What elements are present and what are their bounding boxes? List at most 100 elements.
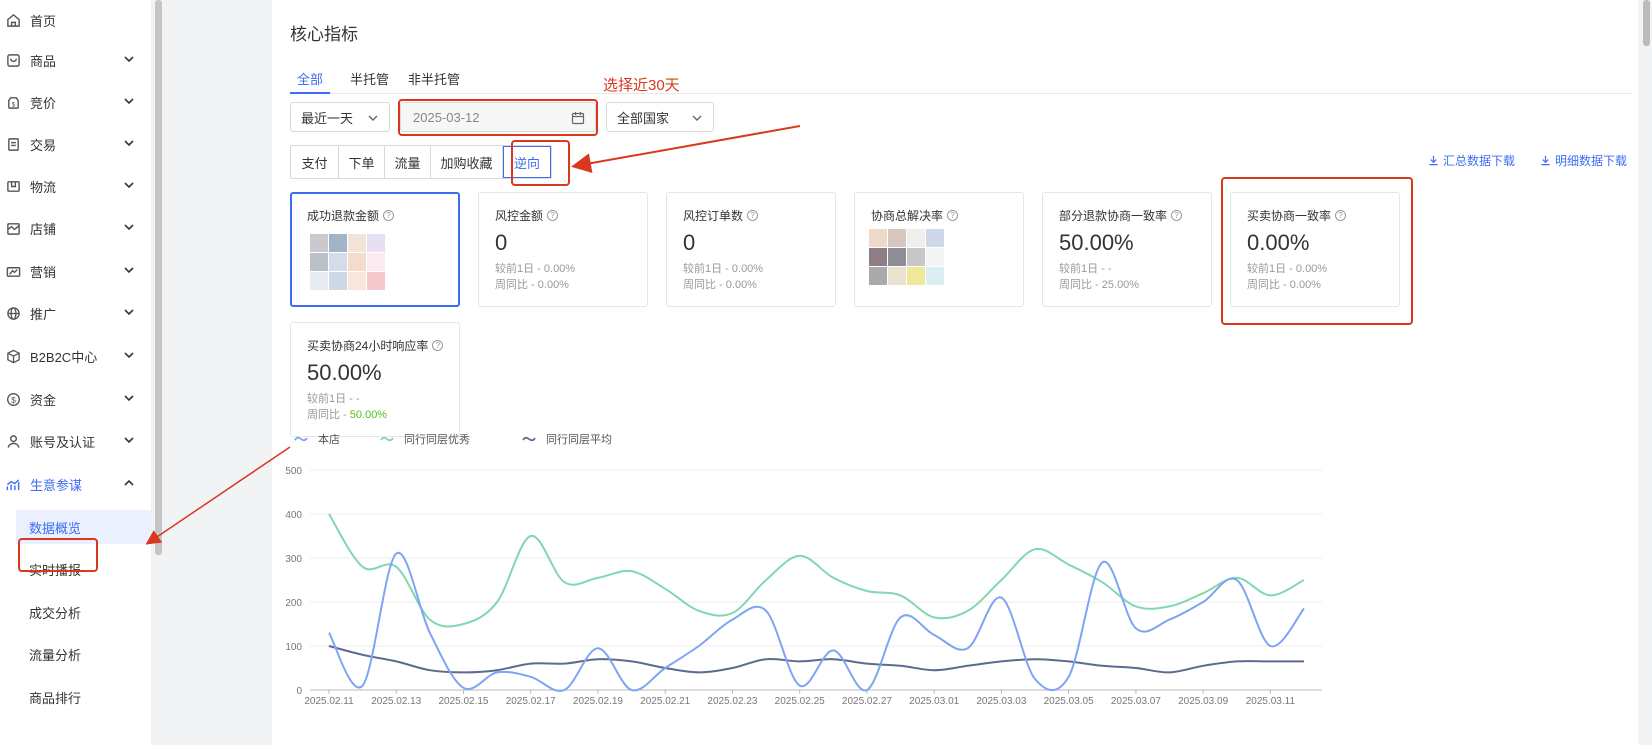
sidebar-sub-data-overview[interactable]: 数据概览	[16, 510, 151, 544]
metric-week-compare: 周同比 - 50.00%	[307, 409, 388, 421]
sidebar-sub-label: 实时播报	[29, 562, 82, 578]
metric-card-refund-amount[interactable]: 成功退款金额?	[290, 192, 460, 307]
tab-non-semi-managed[interactable]: 非半托管	[408, 68, 460, 94]
chevron-down-icon	[124, 98, 134, 105]
x-tick-label: 2025.02.13	[371, 696, 421, 707]
sidebar-sub-deal-analysis[interactable]: 成交分析	[16, 595, 151, 629]
help-icon: ?	[383, 210, 395, 221]
funds-icon: $	[4, 390, 22, 408]
page-title: 核心指标	[290, 25, 358, 44]
help-icon: ?	[547, 210, 559, 221]
cube-icon	[4, 347, 22, 365]
sidebar-item-analytics[interactable]: 生意参谋	[0, 464, 150, 504]
metric-week-compare: 周同比 - 0.00%	[683, 279, 757, 291]
help-icon: ?	[947, 210, 959, 221]
sidebar-item-label: 物流	[30, 179, 57, 195]
series-line-excellent	[328, 513, 1305, 628]
globe-icon	[4, 304, 22, 322]
sidebar-item-label: 竞价	[30, 95, 57, 111]
chevron-down-icon	[124, 224, 134, 231]
metric-week-compare: 周同比 - 0.00%	[495, 279, 569, 291]
sidebar-item-marketing[interactable]: 营销	[0, 251, 150, 291]
marketing-icon	[4, 262, 22, 280]
sidebar-item-home[interactable]: 首页	[0, 0, 150, 40]
sidebar-item-label: 交易	[30, 137, 57, 153]
analytics-icon	[4, 475, 22, 493]
period-select-value: 最近一天	[301, 110, 354, 126]
metric-label: 买卖协商一致率?	[1247, 207, 1399, 224]
calendar-icon	[571, 112, 585, 125]
sidebar-item-label: 店铺	[30, 221, 57, 237]
metric-label: 风控订单数?	[683, 207, 835, 224]
chevron-down-icon	[124, 309, 134, 316]
sidebar-item-label: 账号及认证	[30, 434, 96, 450]
help-icon: ?	[1171, 210, 1183, 221]
sidebar-item-shop[interactable]: 店铺	[0, 208, 150, 248]
legend-item-average[interactable]: 同行同层平均	[522, 431, 612, 447]
sidebar-sub-label: 成交分析	[29, 605, 82, 621]
metric-day-compare: 较前1日 - -	[1059, 263, 1112, 275]
y-tick-label: 0	[296, 686, 302, 697]
sidebar-item-account[interactable]: 账号及认证	[0, 421, 150, 461]
segment-payment[interactable]: 支付	[291, 146, 339, 178]
series-line-store	[328, 551, 1305, 692]
sidebar-sub-realtime[interactable]: 实时播报	[16, 552, 151, 586]
period-select[interactable]: 最近一天	[290, 102, 390, 132]
trade-icon	[4, 135, 22, 153]
y-tick-label: 200	[285, 598, 302, 609]
sidebar-item-label: 首页	[30, 13, 57, 29]
x-tick-label: 2025.02.21	[640, 696, 690, 707]
sidebar-item-b2b2c[interactable]: B2B2C中心	[0, 336, 150, 376]
sidebar-item-logistics[interactable]: 物流	[0, 166, 150, 206]
sidebar-sub-traffic-analysis[interactable]: 流量分析	[16, 637, 151, 671]
date-picker[interactable]: 2025-03-12	[400, 102, 596, 132]
sidebar-sub-product-ranking[interactable]: 商品排行	[16, 680, 151, 714]
product-icon	[4, 51, 22, 69]
x-tick-label: 2025.03.09	[1178, 696, 1228, 707]
metric-day-compare: 较前1日 - 0.00%	[495, 263, 576, 275]
sidebar-item-product[interactable]: 商品	[0, 40, 150, 80]
summary-download-link[interactable]: 汇总数据下载	[1428, 152, 1515, 169]
legend-item-store[interactable]: 本店	[294, 431, 340, 447]
metric-card-buyer-seller-agreement[interactable]: 买卖协商一致率? 0.00% 较前1日 - 0.00% 周同比 - 0.00%	[1230, 192, 1400, 307]
metric-label: 部分退款协商一致率?	[1059, 207, 1211, 224]
detail-download-link[interactable]: 明细数据下载	[1540, 152, 1627, 169]
metric-card-partial-refund-rate[interactable]: 部分退款协商一致率? 50.00% 较前1日 - - 周同比 - 25.00%	[1042, 192, 1212, 307]
sidebar-item-promotion[interactable]: 推广	[0, 293, 150, 333]
tab-semi-managed[interactable]: 半托管	[350, 68, 389, 94]
x-tick-label: 2025.03.01	[909, 696, 959, 707]
sidebar-sub-label: 商品排行	[29, 690, 82, 706]
sidebar-sub-label: 流量分析	[29, 647, 82, 663]
metric-day-compare: 较前1日 - 0.00%	[683, 263, 764, 275]
sidebar-item-bidding[interactable]: $ 竞价	[0, 82, 150, 122]
chevron-down-icon	[124, 352, 134, 359]
sidebar-item-funds[interactable]: $ 资金	[0, 379, 150, 419]
sidebar-item-trade[interactable]: 交易	[0, 124, 150, 164]
chevron-down-icon	[368, 115, 378, 121]
account-icon	[4, 432, 22, 450]
svg-text:$: $	[11, 101, 15, 108]
segment-order[interactable]: 下单	[339, 146, 385, 178]
country-select-value: 全部国家	[617, 110, 670, 126]
page-scrollbar[interactable]	[1640, 0, 1652, 745]
metric-card-risk-amount[interactable]: 风控金额? 0 较前1日 - 0.00% 周同比 - 0.00%	[478, 192, 648, 307]
legend-item-excellent[interactable]: 同行同层优秀	[380, 431, 470, 447]
country-select[interactable]: 全部国家	[606, 102, 714, 132]
arrow-to-overview	[145, 446, 291, 545]
metric-card-24h-response[interactable]: 买卖协商24小时响应率? 50.00% 较前1日 - - 周同比 - 50.00…	[290, 322, 460, 437]
segment-reverse[interactable]: 逆向	[503, 146, 551, 178]
y-tick-label: 300	[285, 554, 302, 565]
metric-card-negotiation-resolution[interactable]: 协商总解决率?	[854, 192, 1024, 307]
sidebar-scrollbar[interactable]	[155, 0, 162, 555]
segment-cart-favorite[interactable]: 加购收藏	[431, 146, 503, 178]
metric-value: 50.00%	[307, 360, 382, 385]
metric-card-risk-orders[interactable]: 风控订单数? 0 较前1日 - 0.00% 周同比 - 0.00%	[666, 192, 836, 307]
date-value: 2025-03-12	[413, 109, 480, 125]
segment-traffic[interactable]: 流量	[385, 146, 431, 178]
y-tick-label: 500	[285, 466, 302, 477]
sidebar-item-label: 商品	[30, 53, 57, 69]
sidebar-item-label: 资金	[30, 392, 57, 408]
tab-all[interactable]: 全部	[290, 68, 330, 94]
metric-day-compare: 较前1日 - -	[307, 393, 360, 405]
metric-week-compare: 周同比 - 0.00%	[1247, 279, 1321, 291]
